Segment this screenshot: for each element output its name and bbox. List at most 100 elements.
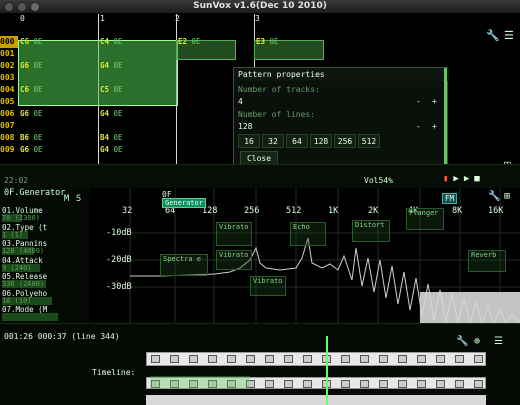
module-control[interactable]: 03.Pannins 128 (4000) — [2, 239, 82, 255]
timeline-pattern-block[interactable] — [303, 380, 312, 388]
timeline-ruler[interactable] — [146, 352, 486, 366]
timeline-pattern-block[interactable] — [398, 380, 407, 388]
generator-node[interactable]: Generator — [162, 198, 206, 208]
timeline-pattern-block[interactable] — [360, 380, 369, 388]
menu-icon[interactable]: ☰ — [504, 29, 514, 42]
pattern-cell[interactable]: G6 0E — [20, 144, 98, 156]
pattern-cell[interactable]: G4 0E — [100, 60, 178, 72]
pattern-cell[interactable]: G4 0E — [100, 144, 178, 156]
preset-512-button[interactable]: 512 — [358, 134, 380, 148]
menu-icon[interactable]: ☰ — [494, 336, 503, 347]
module-node[interactable]: Echo — [290, 222, 326, 246]
pattern-editor[interactable]: 0 1 2 3 000 001 002 003 004 005 006 007 008 009 C… — [0, 14, 520, 164]
timeline-pattern-block[interactable] — [379, 355, 388, 363]
timeline-pattern-block[interactable] — [265, 355, 274, 363]
timeline-pattern-block[interactable] — [227, 355, 236, 363]
preset-256-button[interactable]: 256 — [334, 134, 356, 148]
module-node[interactable]: Vibrato — [250, 276, 286, 296]
zoom-icon[interactable]: ⊕ — [474, 336, 480, 347]
pattern-cell[interactable]: E3 0E — [256, 36, 334, 48]
pattern-cell[interactable]: C4 0E — [100, 36, 178, 48]
play-pattern-icon[interactable]: ▶ — [464, 174, 469, 184]
wrench-icon[interactable]: 🔧 — [456, 336, 468, 347]
track-1[interactable]: C4 0E G4 0E C5 0E G4 0E B4 0E G4 0E — [100, 36, 178, 156]
timeline-pattern-block[interactable] — [398, 355, 407, 363]
timeline-pattern-block[interactable] — [474, 355, 483, 363]
mute-button[interactable]: M — [64, 194, 69, 204]
timeline-pattern-block[interactable] — [151, 355, 160, 363]
timeline-pattern-block[interactable] — [360, 355, 369, 363]
timeline-pattern-block[interactable] — [474, 380, 483, 388]
pattern-cell[interactable] — [20, 120, 98, 132]
timeline-pattern-block[interactable] — [341, 380, 350, 388]
play-icon[interactable]: ▶ — [453, 174, 458, 184]
timeline-pattern-block[interactable] — [208, 355, 217, 363]
timeline-pattern-block[interactable] — [436, 380, 445, 388]
pattern-cell[interactable]: C6 0E — [20, 84, 98, 96]
tracks-value[interactable]: 4 — [238, 97, 243, 106]
timeline-pattern-block[interactable] — [170, 355, 179, 363]
fm-node[interactable]: FM — [442, 193, 458, 204]
module-node[interactable]: Vibrato — [216, 222, 252, 246]
lines-increment-button[interactable]: + — [432, 122, 437, 131]
pattern-cell[interactable]: G4 0E — [100, 108, 178, 120]
pattern-cell[interactable] — [100, 72, 178, 84]
pattern-cell[interactable] — [20, 48, 98, 60]
preset-128-button[interactable]: 128 — [310, 134, 332, 148]
module-node[interactable]: Flanger — [406, 208, 444, 230]
wrench-icon[interactable]: 🔧 — [488, 191, 500, 202]
pattern-cell[interactable] — [20, 72, 98, 84]
module-control[interactable]: 06.Polyeho 16 (10) — [2, 289, 82, 305]
lines-value[interactable]: 128 — [238, 122, 252, 131]
link-icon[interactable]: ⊞ — [504, 191, 510, 202]
module-node[interactable]: Reverb — [468, 250, 506, 272]
dialog-scrollbar[interactable] — [444, 68, 447, 164]
module-control[interactable]: 01.Volume 70 (2300) — [2, 206, 82, 222]
module-control[interactable]: 02.Type (t 1 (1) — [2, 223, 82, 239]
module-control[interactable]: 05.Release 336 (2A00) — [2, 272, 82, 288]
timeline-cursor[interactable] — [326, 336, 328, 405]
pattern-cell[interactable]: G6 0E — [20, 108, 98, 120]
timeline-pattern-block[interactable] — [303, 355, 312, 363]
timeline-selection[interactable] — [150, 376, 250, 388]
pattern-cell[interactable]: B4 0E — [100, 132, 178, 144]
module-control[interactable]: 07.Mode (M — [2, 305, 82, 321]
timeline-pattern-block[interactable] — [341, 355, 350, 363]
timeline-pattern-block[interactable] — [417, 355, 426, 363]
preset-16-button[interactable]: 16 — [238, 134, 260, 148]
pattern-cell[interactable] — [256, 48, 334, 60]
track-0[interactable]: C6 0E G6 0E C6 0E G6 0E B6 0E G6 0E — [20, 36, 98, 156]
close-button[interactable]: Close — [240, 151, 278, 164]
pattern-cell[interactable]: G6 0E — [20, 60, 98, 72]
timeline-pattern-block[interactable] — [455, 380, 464, 388]
record-icon[interactable]: ▮ — [443, 174, 448, 184]
timeline-track[interactable] — [146, 395, 486, 405]
pattern-cell[interactable]: C6 0E — [20, 36, 98, 48]
pattern-cell[interactable]: B6 0E — [20, 132, 98, 144]
tracks-decrement-button[interactable]: - — [416, 97, 421, 106]
timeline-pattern-block[interactable] — [189, 355, 198, 363]
timeline-pattern-block[interactable] — [436, 355, 445, 363]
timeline-pattern-block[interactable] — [417, 380, 426, 388]
timeline-pattern-block[interactable] — [455, 355, 464, 363]
timeline-pattern-block[interactable] — [284, 355, 293, 363]
wrench-icon[interactable]: 🔧 — [486, 29, 500, 42]
preset-64-button[interactable]: 64 — [286, 134, 308, 148]
tracks-increment-button[interactable]: + — [432, 97, 437, 106]
pattern-cell[interactable] — [100, 96, 178, 108]
pattern-cell[interactable]: E2 0E — [178, 36, 256, 48]
spectrum-view[interactable]: 32 64 128 256 512 1K 2K 4K 8K 16K -10dB -20dB -30… — [90, 188, 520, 323]
module-node[interactable]: Spectra e — [160, 254, 208, 276]
solo-button[interactable]: S — [76, 194, 81, 204]
timeline-pattern-block[interactable] — [246, 355, 255, 363]
pattern-cell[interactable] — [178, 48, 256, 60]
stop-icon[interactable]: ■ — [474, 174, 479, 184]
timeline-pattern-block[interactable] — [265, 380, 274, 388]
module-control[interactable]: 04.Attack 9 (240) — [2, 256, 82, 272]
lines-decrement-button[interactable]: - — [416, 122, 421, 131]
pattern-cell[interactable] — [100, 120, 178, 132]
timeline-pattern-block[interactable] — [379, 380, 388, 388]
timeline-pattern-block[interactable] — [284, 380, 293, 388]
module-node[interactable]: Vibrato — [216, 250, 252, 270]
pattern-cell[interactable] — [100, 48, 178, 60]
